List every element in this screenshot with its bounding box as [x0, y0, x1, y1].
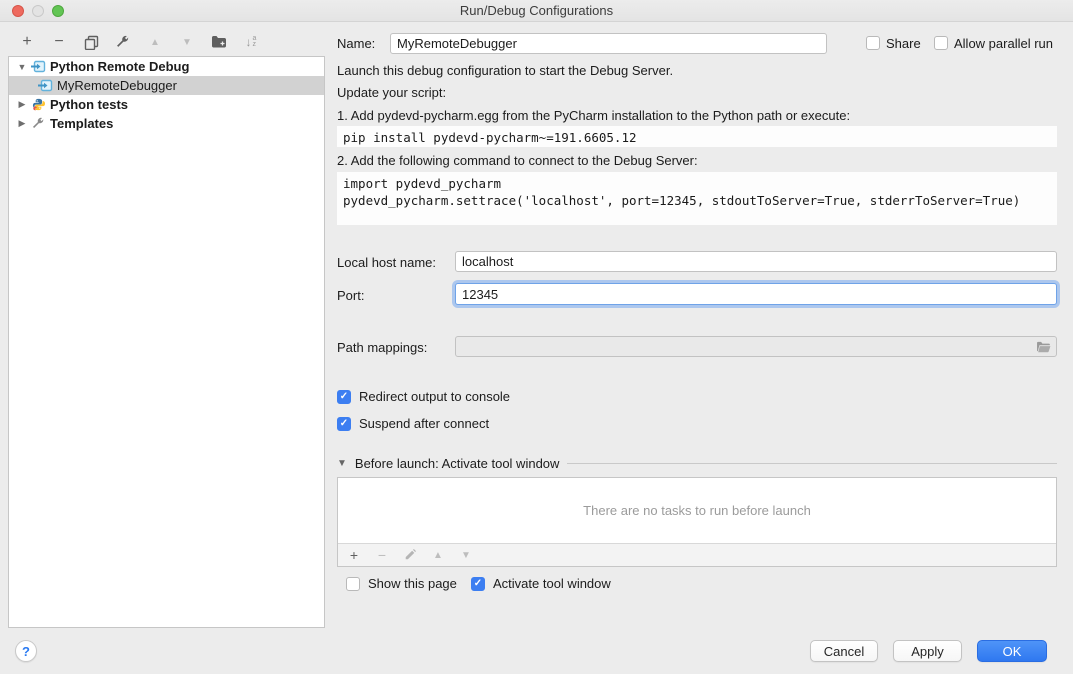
before-launch-title: Before launch: Activate tool window: [355, 456, 560, 471]
tree-item-label: Python Remote Debug: [50, 59, 189, 74]
redirect-output-checkbox[interactable]: ✓: [337, 390, 351, 404]
name-input[interactable]: [390, 33, 827, 54]
remove-configuration-button[interactable]: −: [48, 31, 70, 53]
tree-item-python-tests[interactable]: ▶ Python tests: [9, 95, 324, 114]
before-launch-tasks-box: There are no tasks to run before launch …: [337, 477, 1057, 567]
redirect-output-label: Redirect output to console: [359, 389, 510, 404]
add-task-button[interactable]: +: [346, 547, 362, 563]
share-checkbox[interactable]: [866, 36, 880, 50]
up-arrow-icon: ▲: [150, 37, 160, 48]
tree-item-templates[interactable]: ▶ Templates: [9, 114, 324, 133]
edit-templates-button[interactable]: [112, 31, 134, 53]
copy-icon: [84, 35, 99, 50]
templates-wrench-icon: [31, 117, 46, 130]
python-tests-icon: [31, 98, 46, 111]
minus-icon: −: [378, 547, 386, 563]
show-this-page-checkbox[interactable]: [346, 577, 360, 591]
sort-configurations-button[interactable]: ↓ az: [240, 31, 262, 53]
show-this-page-option[interactable]: Show this page: [346, 576, 457, 591]
show-this-page-label: Show this page: [368, 576, 457, 591]
activate-tool-window-option[interactable]: ✓ Activate tool window: [471, 576, 611, 591]
move-task-down-button[interactable]: ▼: [458, 547, 474, 563]
remove-task-button[interactable]: −: [374, 547, 390, 563]
configurations-tree: ▼ Python Remote Debug MyRemoteDebugger ▶…: [8, 56, 325, 628]
section-divider: [567, 463, 1057, 464]
new-folder-icon: [211, 35, 227, 49]
minus-icon: −: [54, 33, 63, 51]
name-label: Name:: [337, 36, 375, 51]
suspend-after-connect-checkbox[interactable]: ✓: [337, 417, 351, 431]
help-button[interactable]: ?: [15, 640, 37, 662]
configuration-form: Name: Share Allow parallel run Launch th…: [337, 0, 1057, 674]
question-mark-icon: ?: [22, 644, 30, 659]
tree-item-label: Templates: [50, 116, 113, 131]
tree-collapsed-icon[interactable]: ▶: [15, 118, 29, 129]
tree-collapsed-icon[interactable]: ▶: [15, 99, 29, 110]
activate-tool-window-label: Activate tool window: [493, 576, 611, 591]
local-host-input[interactable]: [455, 251, 1057, 272]
plus-icon: +: [350, 547, 358, 563]
wrench-icon: [116, 35, 130, 49]
port-input[interactable]: [455, 283, 1057, 305]
suspend-after-connect-label: Suspend after connect: [359, 416, 489, 431]
remote-debug-config-icon: [38, 79, 53, 92]
move-task-up-button[interactable]: ▲: [430, 547, 446, 563]
instruction-line-1: Launch this debug configuration to start…: [337, 63, 673, 78]
copy-configuration-button[interactable]: [80, 31, 102, 53]
tree-item-myremotedebugger[interactable]: MyRemoteDebugger: [9, 76, 324, 95]
cancel-button[interactable]: Cancel: [810, 640, 878, 662]
allow-parallel-run-label: Allow parallel run: [954, 36, 1053, 51]
browse-folder-icon[interactable]: [1036, 341, 1051, 353]
redirect-output-option[interactable]: ✓ Redirect output to console: [337, 389, 510, 404]
activate-tool-window-checkbox[interactable]: ✓: [471, 577, 485, 591]
run-debug-configurations-dialog: { "window": { "title": "Run/Debug Config…: [0, 0, 1073, 674]
plus-icon: +: [22, 33, 31, 51]
apply-button[interactable]: Apply: [893, 640, 962, 662]
allow-parallel-run-checkbox[interactable]: [934, 36, 948, 50]
edit-task-button[interactable]: [402, 547, 418, 563]
instruction-line-2: Update your script:: [337, 85, 446, 100]
pip-install-code: pip install pydevd-pycharm~=191.6605.12: [337, 126, 1057, 147]
down-arrow-icon: ▼: [182, 37, 192, 48]
up-arrow-icon: ▲: [433, 550, 443, 561]
path-mappings-input[interactable]: [455, 336, 1057, 357]
move-down-button[interactable]: ▼: [176, 31, 198, 53]
add-configuration-button[interactable]: +: [16, 31, 38, 53]
sort-az-icon: ↓ az: [246, 35, 257, 49]
ok-button[interactable]: OK: [977, 640, 1047, 662]
before-launch-section-header[interactable]: ▼ Before launch: Activate tool window: [337, 456, 1057, 471]
check-icon: ✓: [340, 391, 348, 402]
check-icon: ✓: [474, 578, 482, 589]
tasks-toolbar: + − ▲ ▼: [338, 543, 1056, 566]
tree-item-label: Python tests: [50, 97, 128, 112]
instruction-step-1: 1. Add pydevd-pycharm.egg from the PyCha…: [337, 108, 850, 123]
tree-item-python-remote-debug[interactable]: ▼ Python Remote Debug: [9, 57, 324, 76]
down-arrow-icon: ▼: [461, 550, 471, 561]
remote-debug-config-icon: [31, 60, 46, 73]
configurations-toolbar: + − ▲ ▼ ↓ az: [16, 30, 262, 54]
check-icon: ✓: [340, 418, 348, 429]
tree-expanded-icon[interactable]: ▼: [15, 62, 29, 72]
move-up-button[interactable]: ▲: [144, 31, 166, 53]
tree-item-label: MyRemoteDebugger: [57, 78, 177, 93]
new-folder-button[interactable]: [208, 31, 230, 53]
settrace-code: import pydevd_pycharm pydevd_pycharm.set…: [337, 172, 1057, 225]
port-label: Port:: [337, 288, 364, 303]
suspend-after-connect-option[interactable]: ✓ Suspend after connect: [337, 416, 489, 431]
no-tasks-message: There are no tasks to run before launch: [338, 478, 1056, 543]
section-collapse-icon[interactable]: ▼: [337, 458, 347, 469]
instruction-step-2: 2. Add the following command to connect …: [337, 153, 698, 168]
path-mappings-label: Path mappings:: [337, 340, 427, 355]
pencil-icon: [404, 549, 416, 561]
share-label: Share: [886, 36, 921, 51]
local-host-label: Local host name:: [337, 255, 436, 270]
